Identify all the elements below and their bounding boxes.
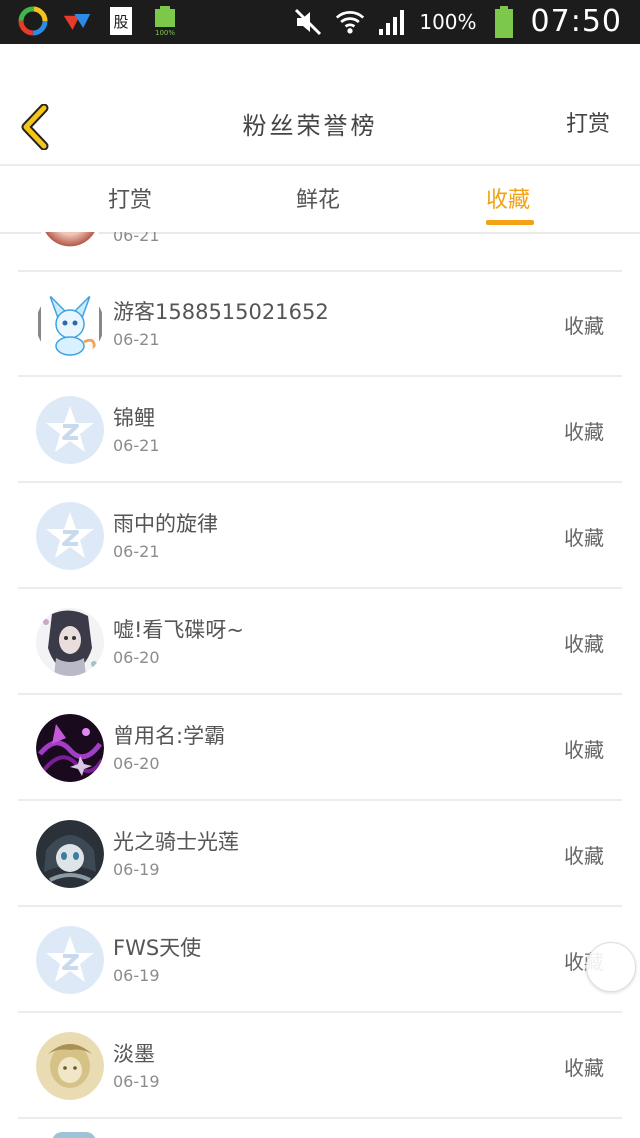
page-title: 粉丝荣誉榜	[242, 112, 378, 140]
dark-anime-avatar-icon	[36, 820, 104, 888]
stock-icon: 股	[106, 6, 136, 36]
avatar	[36, 396, 104, 464]
list-item-date: 06-19	[113, 1072, 160, 1091]
default-avatar-icon	[36, 396, 104, 464]
wifi-icon	[335, 7, 365, 37]
list-item[interactable]: 06-21	[18, 232, 622, 272]
list-item[interactable]: 锦鲤 06-21 收藏	[18, 376, 622, 483]
battery-small-label: 100%	[155, 29, 175, 37]
default-avatar-icon	[36, 502, 104, 570]
favorite-label[interactable]: 收藏	[564, 734, 604, 763]
list-item-name: 光之骑士光莲	[113, 830, 239, 854]
fan-list[interactable]: 06-21 游客15885150216​52 06-21 收藏	[0, 232, 640, 1138]
list-item-name: 曾用名:学霸	[113, 724, 226, 748]
tab-bar: 打赏 鲜花 收藏	[0, 166, 640, 234]
list-item-date: 06-20	[113, 648, 160, 667]
favorite-label[interactable]: 收藏	[564, 310, 604, 339]
app-icon-2	[62, 6, 92, 36]
tab-flowers[interactable]: 鲜花	[296, 182, 340, 214]
list-item[interactable]: 游客15885150216​52 06-21 收藏	[18, 270, 622, 377]
avatar	[36, 608, 104, 676]
list-item[interactable]: 光之骑士光莲 06-19 收藏	[18, 800, 622, 907]
battery-small-icon: 100%	[150, 6, 180, 37]
avatar	[40, 232, 100, 254]
battery-percent: 100%	[419, 9, 477, 34]
mascot-avatar-icon	[36, 290, 104, 358]
list-item[interactable]: 曾用名:学霸 06-20 收藏	[18, 694, 622, 801]
avatar	[36, 820, 104, 888]
default-avatar-icon	[36, 926, 104, 994]
status-bar: 股 100% 100% 07:50	[0, 0, 640, 44]
list-item-date: 06-20	[113, 754, 160, 773]
list-item-date: 06-21	[113, 232, 160, 245]
avatar	[36, 926, 104, 994]
list-item[interactable]: 淡墨 06-19 收藏	[18, 1012, 622, 1119]
list-item[interactable]: FWS天使 06-19 收藏	[18, 906, 622, 1013]
favorite-label[interactable]: 收藏	[564, 628, 604, 657]
list-item-name: FWS天使	[113, 936, 202, 960]
app-icon-1	[18, 6, 48, 36]
anime-avatar-icon	[36, 608, 104, 676]
mute-icon	[293, 7, 323, 37]
sepia-avatar-icon	[36, 1032, 104, 1100]
favorite-label[interactable]: 收藏	[564, 840, 604, 869]
avatar	[36, 714, 104, 782]
list-item-date: 06-21	[113, 542, 160, 561]
signal-icon	[377, 7, 407, 37]
list-item-name: 淡墨	[113, 1042, 155, 1066]
floating-assist-button[interactable]	[586, 942, 636, 992]
list-item-date: 06-19	[113, 860, 160, 879]
list-item-name: 游客15885150216​52	[113, 300, 329, 324]
list-item-date: 06-21	[113, 330, 160, 349]
avatar	[36, 502, 104, 570]
list-item-date: 06-19	[113, 966, 160, 985]
list-item[interactable]: 嘘!看飞碟呀~ 06-20 收藏	[18, 588, 622, 695]
reward-button[interactable]: 打赏	[566, 106, 610, 138]
list-item-date: 06-21	[113, 436, 160, 455]
avatar	[52, 1132, 96, 1138]
active-tab-indicator	[486, 220, 534, 225]
battery-icon	[489, 5, 519, 38]
tab-reward[interactable]: 打赏	[108, 182, 152, 214]
avatar	[36, 290, 104, 358]
favorite-label[interactable]: 收藏	[564, 1052, 604, 1081]
svg-text:股: 股	[113, 13, 128, 31]
avatar	[36, 1032, 104, 1100]
list-item-name: 嘘!看飞碟呀~	[113, 618, 245, 642]
purple-avatar-icon	[36, 714, 104, 782]
clock: 07:50	[530, 4, 622, 39]
tab-favorites[interactable]: 收藏	[486, 182, 530, 214]
app-header: 粉丝荣誉榜 打赏	[0, 44, 640, 166]
list-item[interactable]: 雨中的旋律 06-21 收藏	[18, 482, 622, 589]
favorite-label[interactable]: 收藏	[564, 416, 604, 445]
list-item-name: 锦鲤	[113, 406, 155, 430]
list-item-name: 雨中的旋律	[113, 512, 218, 536]
favorite-label[interactable]: 收藏	[564, 522, 604, 551]
